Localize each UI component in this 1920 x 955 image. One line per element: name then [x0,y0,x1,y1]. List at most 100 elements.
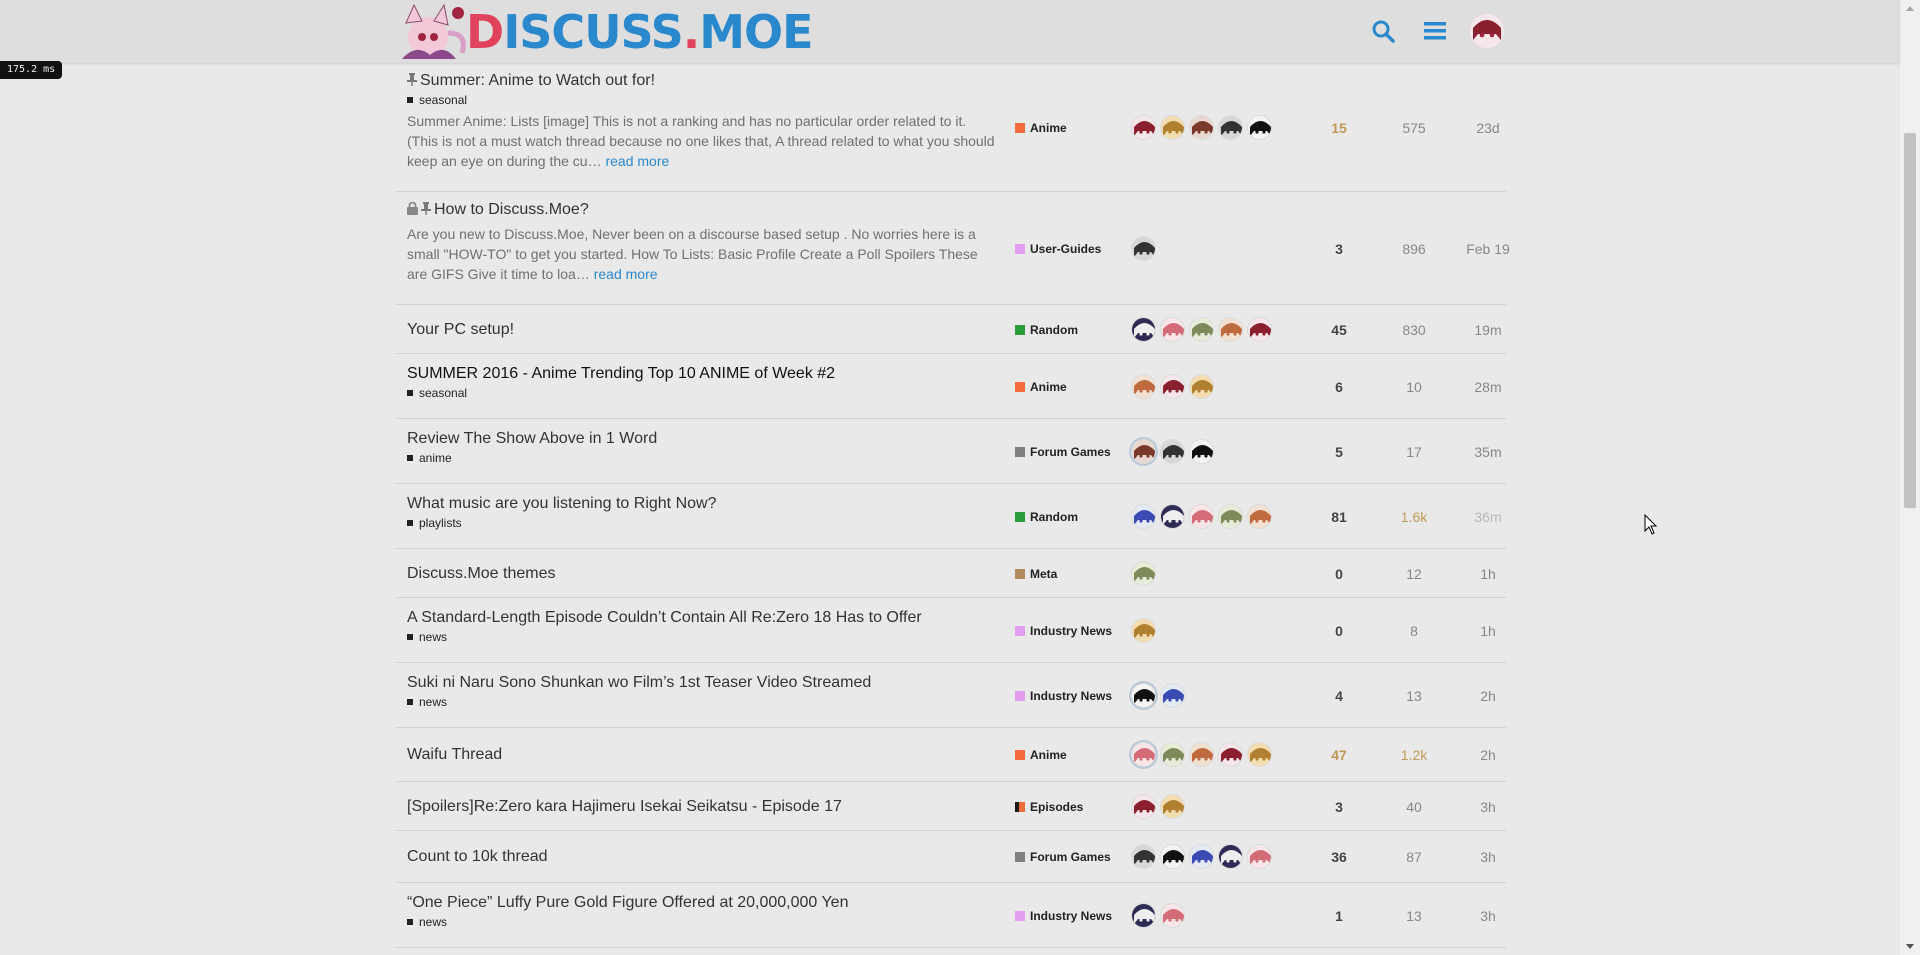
poster-avatar[interactable] [1247,503,1272,529]
replies-count[interactable]: 0 [1309,566,1369,582]
poster-avatar[interactable] [1131,682,1156,708]
topic-tag[interactable]: anime [407,451,657,465]
activity-time[interactable]: 1h [1458,566,1518,582]
poster-avatar[interactable] [1160,373,1185,399]
user-avatar[interactable] [1468,12,1506,50]
activity-time[interactable]: 1h [1458,623,1518,639]
site-logo[interactable]: DISCUSS.MOE [396,2,814,62]
scroll-up-arrow-icon[interactable] [1900,0,1920,17]
topic-tag[interactable]: seasonal [407,93,997,107]
poster-avatar[interactable] [1160,503,1185,529]
replies-count[interactable]: 15 [1309,120,1369,136]
replies-count[interactable]: 3 [1309,241,1369,257]
read-more-link[interactable]: read more [605,153,669,169]
topic-category[interactable]: Forum Games [1015,850,1111,864]
activity-time[interactable]: Feb 19 [1458,241,1518,257]
poster-avatar[interactable] [1189,373,1214,399]
topic-title[interactable]: Review The Show Above in 1 Word [407,430,657,447]
topic-title[interactable]: What music are you listening to Right No… [407,495,716,512]
topic-category[interactable]: Industry News [1015,909,1112,923]
replies-count[interactable]: 4 [1309,688,1369,704]
topic-title[interactable]: SUMMER 2016 - Anime Trending Top 10 ANIM… [407,365,835,382]
poster-avatar[interactable] [1131,316,1156,342]
poster-avatar[interactable] [1189,503,1214,529]
topic-tag[interactable]: news [407,915,848,929]
activity-time[interactable]: 2h [1458,747,1518,763]
read-more-link[interactable]: read more [594,266,658,282]
poster-avatar[interactable] [1131,114,1156,140]
poster-avatar[interactable] [1160,438,1185,464]
poster-avatar[interactable] [1218,316,1243,342]
topic-category[interactable]: Industry News [1015,689,1112,703]
replies-count[interactable]: 36 [1309,849,1369,865]
activity-time[interactable]: 36m [1458,509,1518,525]
topic-category[interactable]: Random [1015,323,1078,337]
replies-count[interactable]: 5 [1309,444,1369,460]
activity-time[interactable]: 19m [1458,322,1518,338]
poster-avatar[interactable] [1131,438,1156,464]
scrollbar-thumb[interactable] [1904,133,1916,508]
topic-tag[interactable]: news [407,695,871,709]
poster-avatar[interactable] [1131,560,1156,586]
replies-count[interactable]: 0 [1309,623,1369,639]
replies-count[interactable]: 81 [1309,509,1369,525]
activity-time[interactable]: 28m [1458,379,1518,395]
poster-avatar[interactable] [1131,373,1156,399]
poster-avatar[interactable] [1160,844,1185,869]
topic-title[interactable]: Discuss.Moe themes [407,565,556,582]
replies-count[interactable]: 47 [1309,747,1369,763]
poster-avatar[interactable] [1189,438,1214,464]
scrollbar[interactable] [1900,0,1920,955]
topic-category[interactable]: Episodes [1015,800,1083,814]
poster-avatar[interactable] [1160,742,1185,767]
replies-count[interactable]: 6 [1309,379,1369,395]
poster-avatar[interactable] [1247,114,1272,140]
poster-avatar[interactable] [1189,844,1214,869]
topic-title[interactable]: [Spoilers]Re:Zero kara Hajimeru Isekai S… [407,798,842,815]
activity-time[interactable]: 23d [1458,120,1518,136]
poster-avatar[interactable] [1160,793,1185,819]
poster-avatar[interactable] [1218,742,1243,767]
topic-title[interactable]: “One Piece” Luffy Pure Gold Figure Offer… [407,894,848,911]
poster-avatar[interactable] [1131,793,1156,819]
scroll-down-arrow-icon[interactable] [1900,938,1920,955]
topic-category[interactable]: Forum Games [1015,445,1111,459]
poster-avatar[interactable] [1131,503,1156,529]
topic-category[interactable]: Meta [1015,567,1057,581]
activity-time[interactable]: 3h [1458,908,1518,924]
poster-avatar[interactable] [1189,316,1214,342]
topic-title[interactable]: Suki ni Naru Sono Shunkan wo Film’s 1st … [407,674,871,691]
poster-avatar[interactable] [1131,742,1156,767]
activity-time[interactable]: 35m [1458,444,1518,460]
topic-category[interactable]: Anime [1015,380,1067,394]
activity-time[interactable]: 3h [1458,799,1518,815]
replies-count[interactable]: 45 [1309,322,1369,338]
poster-avatar[interactable] [1160,114,1185,140]
poster-avatar[interactable] [1131,844,1156,869]
poster-avatar[interactable] [1247,316,1272,342]
topic-category[interactable]: Industry News [1015,624,1112,638]
topic-tag[interactable]: seasonal [407,386,835,400]
topic-tag[interactable]: news [407,630,922,644]
poster-avatar[interactable] [1131,617,1156,643]
poster-avatar[interactable] [1189,114,1214,140]
topic-title[interactable]: Count to 10k thread [407,848,548,865]
topic-category[interactable]: User-Guides [1015,242,1101,256]
poster-avatar[interactable] [1131,235,1156,261]
search-icon[interactable] [1364,12,1402,50]
poster-avatar[interactable] [1131,902,1156,928]
topic-title[interactable]: Waifu Thread [407,746,502,763]
topic-title[interactable]: A Standard-Length Episode Couldn’t Conta… [407,609,922,626]
hamburger-menu-icon[interactable] [1416,12,1454,50]
poster-avatar[interactable] [1189,742,1214,767]
topic-title[interactable]: Summer: Anime to Watch out for! [420,72,655,89]
topic-title[interactable]: How to Discuss.Moe? [434,201,589,218]
poster-avatar[interactable] [1247,742,1272,767]
topic-title[interactable]: Your PC setup! [407,321,514,338]
replies-count[interactable]: 1 [1309,908,1369,924]
topic-tag[interactable]: playlists [407,516,716,530]
poster-avatar[interactable] [1160,316,1185,342]
activity-time[interactable]: 3h [1458,849,1518,865]
poster-avatar[interactable] [1160,682,1185,708]
replies-count[interactable]: 3 [1309,799,1369,815]
